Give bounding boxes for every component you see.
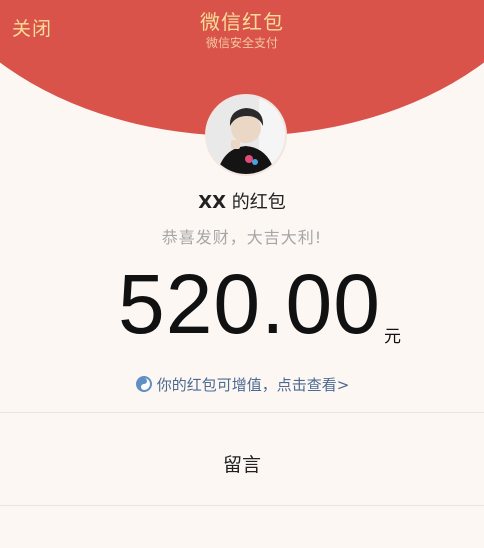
page-title: 微信红包 <box>200 10 284 34</box>
sender-title: XX 的红包 <box>0 188 484 214</box>
wallet-icon <box>135 375 153 397</box>
amount-unit: 元 <box>384 327 401 347</box>
user-avatar-icon <box>207 96 285 174</box>
red-packet-detail-page: 关闭 微信红包 微信安全支付 XX 的红包 恭喜发财，大吉大利! 520.00 … <box>0 0 484 548</box>
sender-suffix: 的红包 <box>231 192 286 213</box>
avatar[interactable] <box>207 96 285 174</box>
value-added-text: 你的红包可增值，点击查看> <box>156 376 350 394</box>
wish-text: 恭喜发财，大吉大利! <box>161 228 323 247</box>
sender-name: XX <box>198 192 227 213</box>
value-added-link[interactable]: 你的红包可增值，点击查看> <box>0 374 484 397</box>
page-subtitle: 微信安全支付 <box>205 36 278 50</box>
leave-message-button[interactable]: 留言 <box>0 450 484 477</box>
divider <box>0 505 484 506</box>
divider <box>0 412 484 413</box>
amount-value: 520.00 <box>118 257 381 351</box>
